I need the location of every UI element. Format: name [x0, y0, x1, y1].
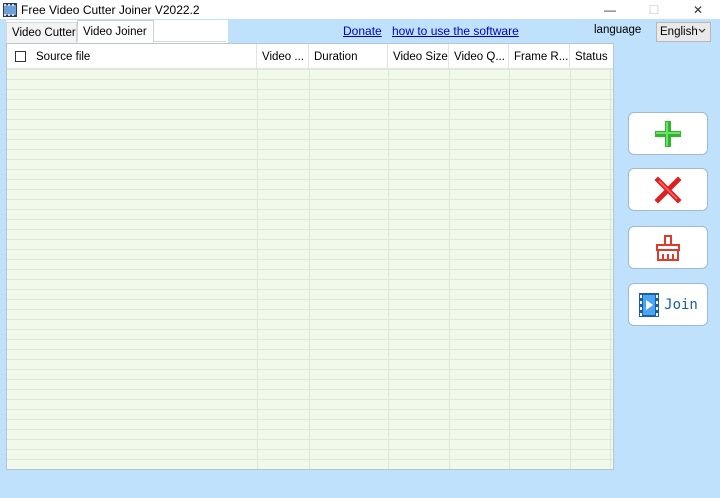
column-frame-rate[interactable]: Frame R...: [509, 44, 570, 69]
window-title: Free Video Cutter Joiner V2022.2: [21, 2, 200, 17]
column-divider: [509, 69, 510, 469]
join-label: Join: [664, 296, 698, 313]
language-value: English: [660, 26, 698, 38]
column-video[interactable]: Video ...: [257, 44, 309, 69]
column-duration[interactable]: Duration: [309, 44, 388, 69]
add-file-button[interactable]: [628, 112, 708, 155]
column-divider: [257, 69, 258, 469]
plus-icon: [655, 120, 681, 147]
x-icon: [654, 175, 682, 204]
clear-list-button[interactable]: [628, 226, 708, 269]
column-status[interactable]: Status: [570, 44, 613, 69]
tab-video-cutter[interactable]: Video Cutter: [6, 22, 77, 43]
file-list[interactable]: Source file Video ... Duration Video Siz…: [6, 43, 614, 470]
tab-strip: Video Cutter Video Joiner: [6, 20, 228, 43]
column-label: Source file: [36, 50, 91, 63]
how-to-link[interactable]: how to use the software: [392, 24, 519, 38]
column-source-file[interactable]: Source file: [7, 44, 257, 69]
table-header: Source file Video ... Duration Video Siz…: [7, 44, 613, 69]
tab-video-joiner[interactable]: Video Joiner: [77, 20, 154, 42]
language-label: language: [594, 24, 642, 36]
app-icon: [3, 2, 17, 17]
column-video-size[interactable]: Video Size: [388, 44, 449, 69]
column-divider: [570, 69, 571, 469]
column-divider: [449, 69, 450, 469]
minimize-button[interactable]: —: [588, 0, 632, 19]
chevron-down-icon: [698, 26, 706, 39]
title-bar: Free Video Cutter Joiner V2022.2 — ☐ ✕: [0, 0, 720, 19]
column-divider: [610, 69, 611, 469]
join-button[interactable]: Join: [628, 283, 708, 326]
column-video-quality[interactable]: Video Q...: [449, 44, 509, 69]
language-select[interactable]: English: [656, 22, 711, 42]
remove-file-button[interactable]: [628, 168, 708, 211]
close-button[interactable]: ✕: [676, 0, 720, 19]
donate-link[interactable]: Donate: [343, 24, 382, 38]
select-all-checkbox[interactable]: [15, 51, 26, 62]
table-body: [7, 69, 613, 469]
column-divider: [388, 69, 389, 469]
maximize-button[interactable]: ☐: [632, 0, 676, 19]
tab-divider: [154, 41, 226, 42]
film-icon: [639, 292, 660, 317]
column-divider: [309, 69, 310, 469]
broom-icon: [656, 234, 680, 261]
